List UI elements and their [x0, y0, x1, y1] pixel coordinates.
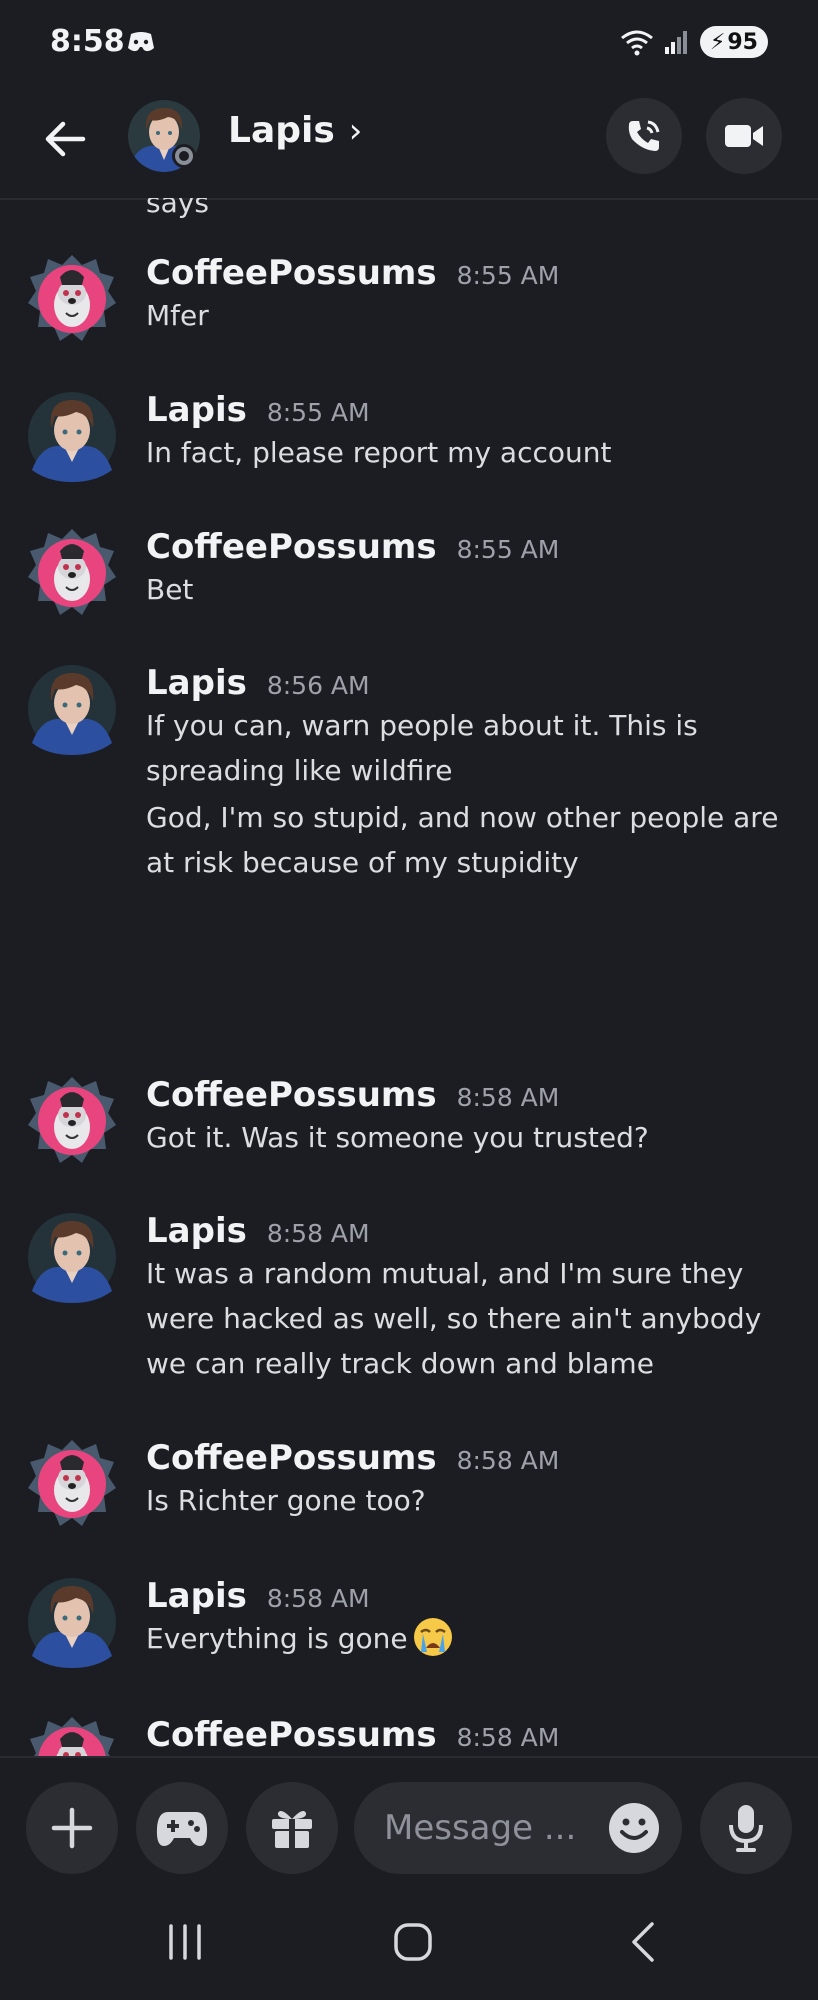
plus-icon: [51, 1807, 93, 1849]
message-timestamp: 8:58 AM: [266, 1584, 370, 1613]
system-navigation-bar: [0, 1888, 818, 2000]
message-text-content: In fact, please report my account: [146, 436, 612, 469]
message-timestamp: 8:55 AM: [456, 261, 560, 290]
contact-name: Lapis: [228, 110, 335, 151]
message-text-content: God, I'm so stupid, and now other people…: [146, 801, 779, 879]
message-header: CoffeePossums 8:58 AM: [146, 1075, 559, 1115]
message-text-content: Everything is gone: [146, 1622, 408, 1655]
coffeepossums-avatar[interactable]: [26, 527, 118, 619]
chevron-right-icon: ›: [348, 110, 363, 151]
lapis-avatar[interactable]: [26, 390, 118, 482]
message-timestamp: 8:56 AM: [266, 671, 370, 700]
coffeepossums-avatar[interactable]: [26, 1715, 118, 1758]
message-author[interactable]: CoffeePossums: [146, 253, 437, 293]
lapis-avatar[interactable]: [26, 1211, 118, 1303]
gift-icon: [272, 1811, 312, 1848]
home-icon: [394, 1923, 432, 1961]
message-header: Lapis 8:58 AM: [146, 1211, 370, 1251]
chevron-left-icon: [632, 1922, 654, 1962]
message-text-content: Mfer: [146, 299, 209, 332]
message-timestamp: 8:58 AM: [456, 1083, 560, 1112]
message-header: CoffeePossums 8:55 AM: [146, 527, 559, 567]
message-text-content: If you can, warn people about it. This i…: [146, 709, 698, 787]
message-text[interactable]: Everything is gone: [146, 1616, 796, 1661]
message-text-content: Got it. Was it someone you trusted?: [146, 1121, 649, 1154]
lapis-avatar[interactable]: [26, 1576, 118, 1668]
recent-apps-icon: [169, 1924, 201, 1960]
message-timestamp: 8:55 AM: [456, 535, 560, 564]
battery-saver-icon: ⚡: [709, 29, 726, 55]
message-author[interactable]: Lapis: [146, 1211, 247, 1251]
wifi-icon: [620, 30, 653, 56]
message-header: CoffeePossums 8:55 AM: [146, 253, 559, 293]
coffeepossums-avatar[interactable]: [26, 1438, 118, 1530]
arrow-left-icon: [45, 121, 86, 157]
message-text[interactable]: Mfer: [146, 293, 796, 338]
coffeepossums-avatar[interactable]: [26, 1075, 118, 1167]
message-text[interactable]: In fact, please report my account: [146, 430, 796, 475]
voice-message-button[interactable]: [700, 1782, 792, 1874]
message-header: CoffeePossums 8:58 AM: [146, 1438, 559, 1478]
chat-header: Lapis ›: [0, 90, 818, 200]
battery-level: 95: [727, 29, 758, 55]
emoji-picker-icon[interactable]: [608, 1802, 660, 1854]
partial-message-text: says: [146, 198, 209, 219]
message-timestamp: 8:58 AM: [266, 1219, 370, 1248]
battery-indicator: ⚡ 95: [699, 26, 768, 58]
gift-button[interactable]: [246, 1782, 338, 1874]
status-icons: ⚡ 95: [620, 26, 768, 58]
discord-notification-icon: [128, 32, 154, 52]
status-bar: 8:58 ⚡ 95: [0, 0, 818, 90]
message-composer: [0, 1756, 818, 1888]
back-nav-button[interactable]: [598, 1912, 688, 1972]
video-call-button[interactable]: [706, 98, 782, 174]
loudly-crying-face-icon: [413, 1618, 452, 1656]
back-button[interactable]: [38, 112, 92, 166]
message-list[interactable]: says CoffeePossums 8:55 AM Mfer Lapis 8:…: [0, 198, 818, 1758]
home-button[interactable]: [368, 1912, 458, 1972]
message-timestamp: 8:55 AM: [266, 398, 370, 427]
message-text-content: Is Richter gone too?: [146, 1484, 426, 1517]
contact-name-button[interactable]: Lapis ›: [228, 110, 362, 151]
add-attachment-button[interactable]: [26, 1782, 118, 1874]
message-author[interactable]: CoffeePossums: [146, 527, 437, 567]
message-author[interactable]: CoffeePossums: [146, 1075, 437, 1115]
voice-call-button[interactable]: [606, 98, 682, 174]
message-timestamp: 8:58 AM: [456, 1446, 560, 1475]
message-author[interactable]: Lapis: [146, 1576, 247, 1616]
coffeepossums-avatar[interactable]: [26, 253, 118, 345]
recent-apps-button[interactable]: [140, 1912, 230, 1972]
message-author[interactable]: CoffeePossums: [146, 1438, 437, 1478]
message-text[interactable]: God, I'm so stupid, and now other people…: [146, 795, 796, 885]
microphone-icon: [729, 1805, 763, 1852]
message-header: CoffeePossums 8:58 AM: [146, 1715, 559, 1755]
video-camera-icon: [725, 125, 763, 147]
lapis-avatar[interactable]: [26, 663, 118, 755]
message-text[interactable]: It was a random mutual, and I'm sure the…: [146, 1251, 796, 1386]
message-text[interactable]: If you can, warn people about it. This i…: [146, 703, 796, 793]
message-text[interactable]: Got it. Was it someone you trusted?: [146, 1115, 796, 1160]
signal-icon: [664, 31, 687, 54]
gamepad-icon: [156, 1812, 208, 1846]
message-header: Lapis 8:56 AM: [146, 663, 370, 703]
message-author[interactable]: CoffeePossums: [146, 1715, 437, 1755]
message-header: Lapis 8:55 AM: [146, 390, 370, 430]
message-author[interactable]: Lapis: [146, 663, 247, 703]
activities-button[interactable]: [136, 1782, 228, 1874]
phone-icon: [628, 120, 660, 151]
offline-status-indicator: [172, 144, 196, 168]
message-header: Lapis 8:58 AM: [146, 1576, 370, 1616]
message-timestamp: 8:58 AM: [456, 1723, 560, 1752]
message-text[interactable]: Is Richter gone too?: [146, 1478, 796, 1523]
message-text[interactable]: Bet: [146, 567, 796, 612]
message-text-content: Bet: [146, 573, 194, 606]
message-text-content: It was a random mutual, and I'm sure the…: [146, 1257, 762, 1380]
status-time: 8:58: [50, 24, 125, 59]
message-author[interactable]: Lapis: [146, 390, 247, 430]
